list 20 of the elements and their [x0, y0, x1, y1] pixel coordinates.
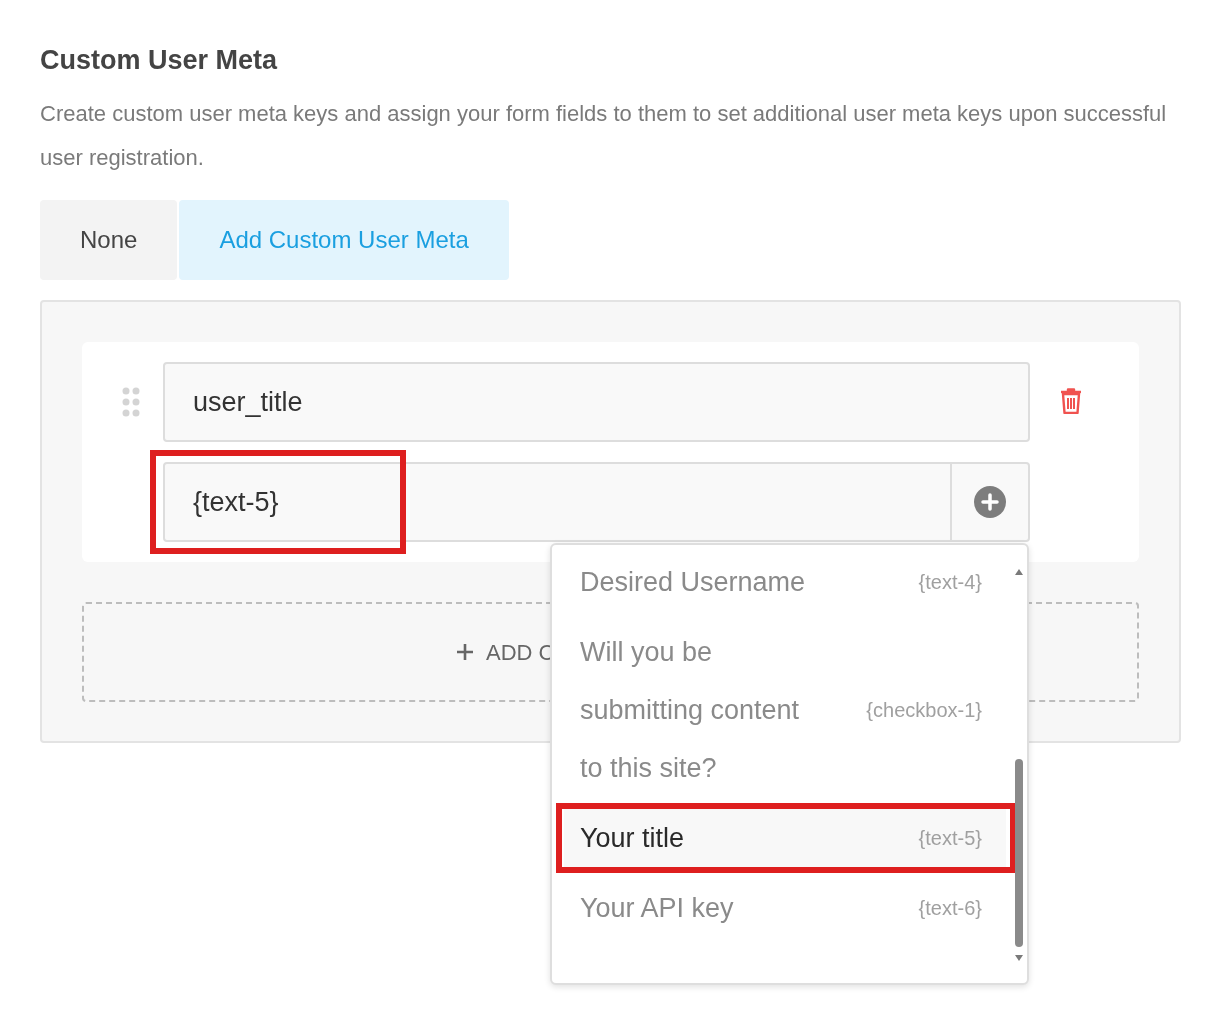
- option-label: Will you be submitting content to this site?: [580, 636, 801, 785]
- trash-icon[interactable]: [1060, 388, 1082, 414]
- option-tag: {text-4}: [918, 567, 982, 597]
- section-description: Create custom user meta keys and assign your form fields to them to set additional user meta keys upon successful user registration.: [40, 100, 1168, 172]
- input-value: user_title: [192, 385, 303, 419]
- dropdown-option[interactable]: Your title {text-5}: [564, 809, 1006, 867]
- text-input[interactable]: user_title: [163, 362, 1030, 442]
- plus-icon: [456, 643, 474, 661]
- drag-handle-icon: [122, 387, 140, 417]
- input-value: {text-5}: [192, 485, 279, 519]
- plus-circle-icon: [974, 486, 1006, 518]
- option-tag: {checkbox-1}: [866, 695, 982, 725]
- option-label: Your API key: [580, 892, 734, 925]
- section-title: Custom User Meta: [40, 44, 279, 77]
- option-tag: {text-6}: [918, 893, 982, 923]
- text-input[interactable]: {text-5}: [163, 462, 1030, 542]
- option-label: Desired Username: [580, 566, 806, 599]
- tab[interactable]: None: [40, 200, 178, 280]
- option-label: Your title: [580, 822, 685, 855]
- option-tag: {text-5}: [918, 823, 982, 853]
